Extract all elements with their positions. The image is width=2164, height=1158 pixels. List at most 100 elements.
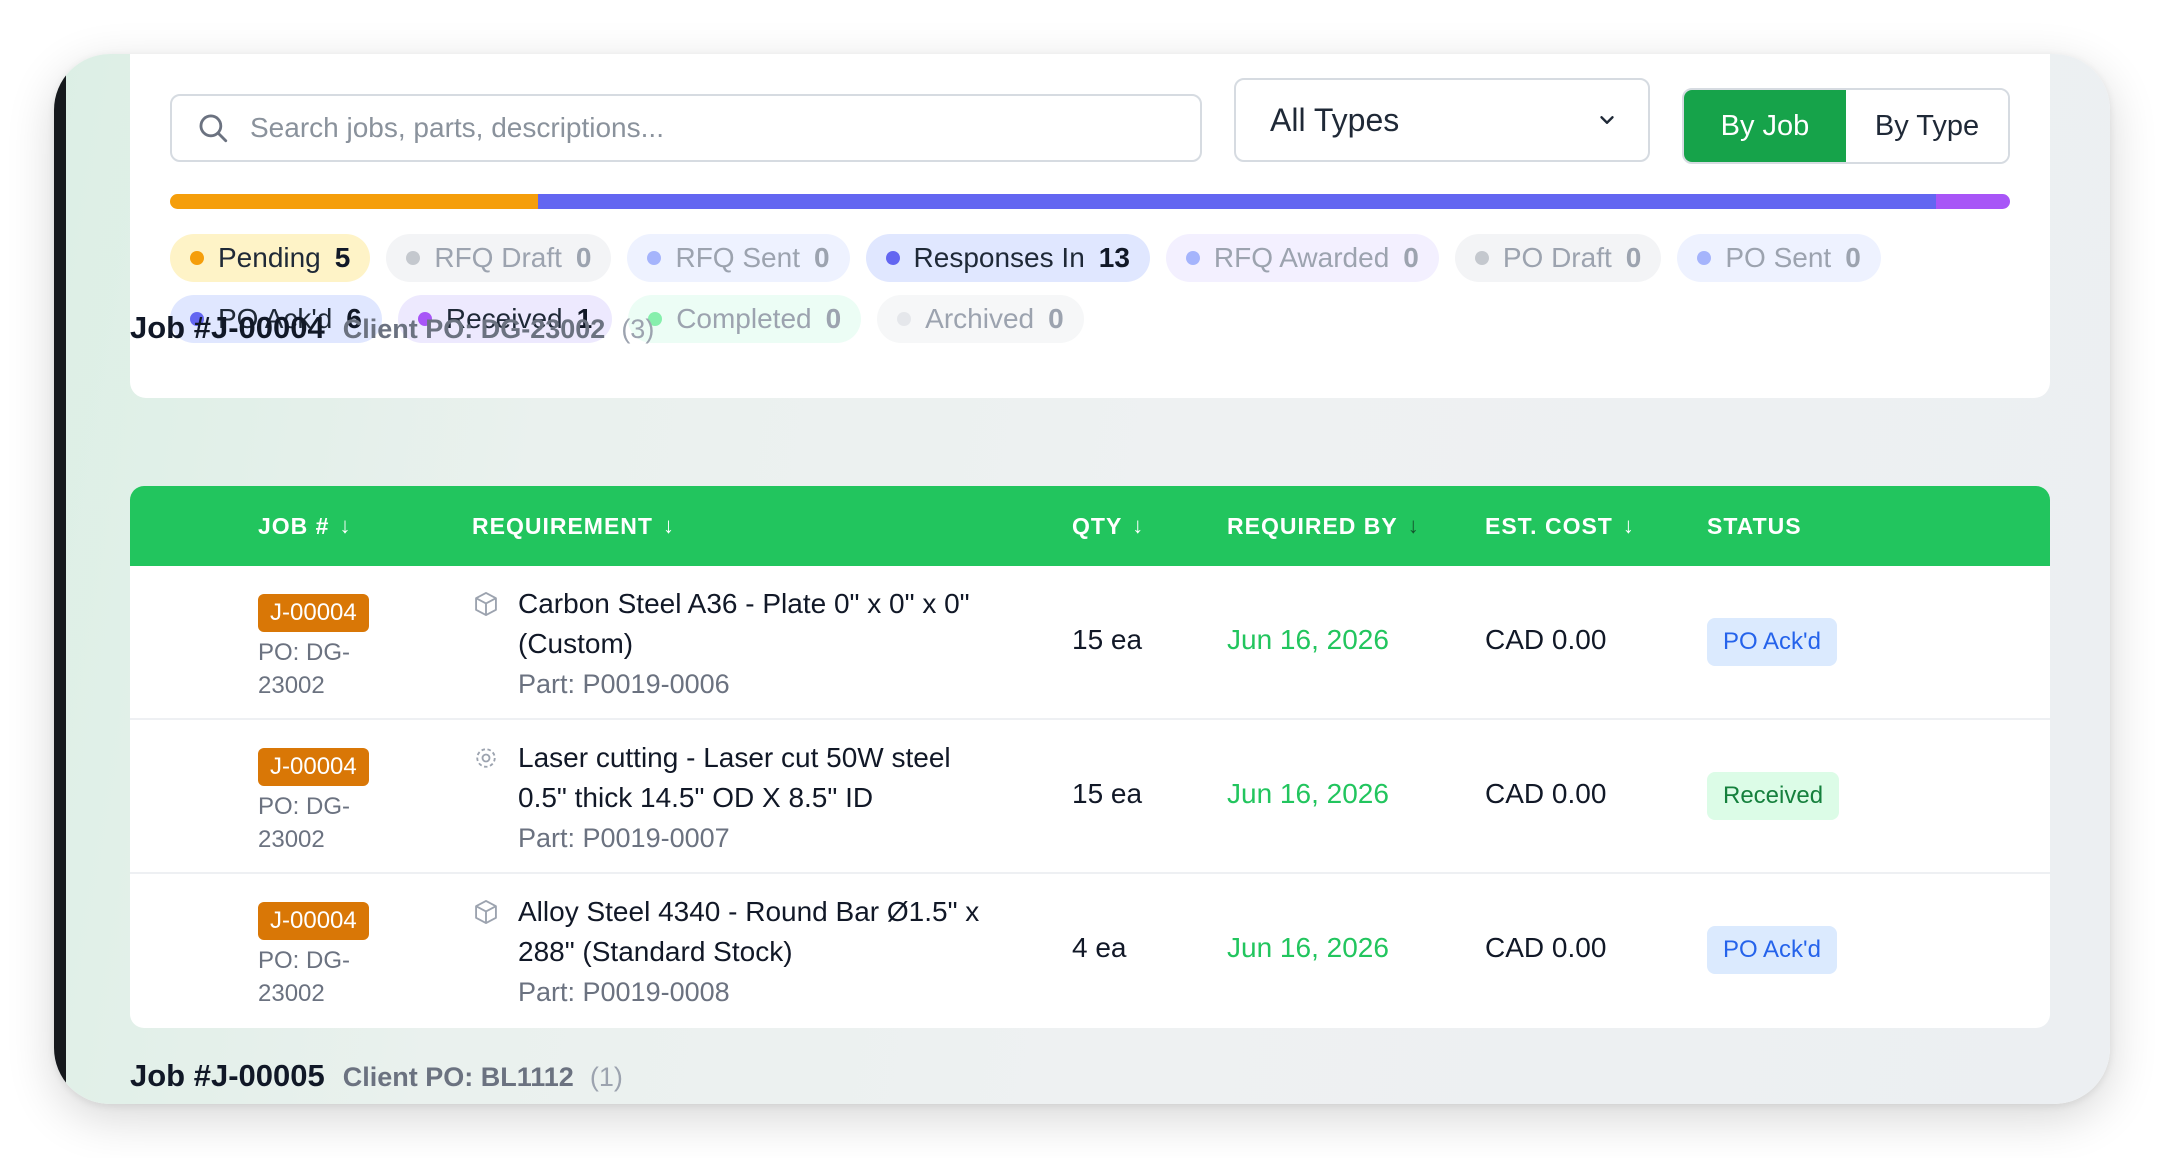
status-chip[interactable]: PO Draft 0 (1454, 234, 1662, 282)
job-group-header: Job #J-00005 Client PO: BL1112 (1) (130, 1058, 623, 1094)
requirement-cell: Laser cutting - Laser cut 50W steel 0.5" … (472, 738, 1072, 858)
column-header-status: STATUS (1707, 512, 1802, 539)
job-cell: J-00004 PO: DG- 23002 (258, 748, 369, 856)
po-reference: PO: DG- 23002 (258, 793, 351, 853)
job-cell: J-00004 PO: DG- 23002 (258, 902, 369, 1010)
by-job-button[interactable]: By Job (1684, 90, 1846, 162)
status-badge: PO Ack'd (1707, 618, 1837, 666)
job-badge[interactable]: J-00004 (258, 748, 369, 786)
type-filter-value: All Types (1270, 101, 1400, 138)
qty-cell: 15 ea (1072, 624, 1143, 655)
status-chip-label: Responses In (913, 242, 1085, 273)
requirement-cell: Alloy Steel 4340 - Round Bar Ø1.5" x 288"… (472, 892, 1072, 1012)
status-chip-label: PO Sent (1725, 242, 1832, 273)
status-chip-count: 0 (825, 303, 842, 334)
requirement-title: Alloy Steel 4340 - Round Bar Ø1.5" x (518, 896, 980, 927)
status-chip[interactable]: Pending 5 (170, 234, 371, 282)
required-by-cell: Jun 16, 2026 (1227, 778, 1389, 809)
job-title: Job #J-00005 (130, 1058, 325, 1093)
status-chip[interactable]: PO Sent 0 (1677, 234, 1881, 282)
status-chip-label: RFQ Sent (675, 242, 800, 273)
client-po: Client PO: DG-23002 (342, 314, 606, 344)
po-reference: PO: DG- 23002 (258, 639, 351, 699)
progress-segment (538, 194, 1937, 209)
table-header: JOB # ↓ REQUIREMENT ↓ QTY ↓ REQUIRED BY ↓ ES… (130, 486, 2050, 566)
qty-cell: 15 ea (1072, 778, 1143, 809)
progress-segment (1936, 194, 2010, 209)
part-number: Part: P0019-0007 (518, 823, 730, 853)
status-cell: PO Ack'd (1707, 618, 1837, 666)
status-chip-label: Completed (676, 303, 812, 334)
sort-arrow-icon: ↓ (1407, 513, 1420, 538)
job-item-count: (1) (589, 1062, 623, 1092)
status-badge: PO Ack'd (1707, 926, 1837, 974)
job-cell: J-00004 PO: DG- 23002 (258, 594, 369, 702)
status-chip-count: 0 (575, 242, 592, 273)
sort-arrow-icon: ↓ (662, 513, 675, 538)
sort-arrow-icon: ↓ (339, 513, 352, 538)
search-icon (199, 114, 228, 143)
sort-arrow-icon: ↓ (1622, 513, 1635, 538)
sidebar-edge (54, 54, 66, 1104)
box-icon (472, 898, 500, 931)
est-cost-cell: CAD 0.00 (1485, 624, 1607, 655)
part-number: Part: P0019-0006 (518, 669, 730, 699)
column-header-requirement[interactable]: REQUIREMENT ↓ (472, 486, 675, 566)
status-dot-icon (647, 251, 662, 265)
status-chip[interactable]: Archived 0 (877, 295, 1084, 343)
column-header-job[interactable]: JOB # ↓ (258, 486, 351, 566)
status-chip-count: 0 (813, 242, 830, 273)
requirement-cell: Carbon Steel A36 - Plate 0" x 0" x 0" (Cu… (472, 584, 1072, 704)
column-header-est-cost[interactable]: EST. COST ↓ (1485, 486, 1635, 566)
status-chip[interactable]: RFQ Draft 0 (386, 234, 612, 282)
requirement-title: Carbon Steel A36 - Plate 0" x 0" x 0" (518, 588, 970, 619)
status-progress-bar (170, 194, 2010, 209)
by-type-button[interactable]: By Type (1846, 90, 2008, 162)
status-dot-icon (406, 251, 421, 265)
search-input[interactable] (250, 112, 1150, 144)
requirement-title-cont: 0.5" thick 14.5" OD X 8.5" ID (518, 782, 874, 813)
status-chip[interactable]: Completed 0 (628, 295, 862, 343)
table-row[interactable]: J-00004 PO: DG- 23002 Carbon Steel A36 - Pl… (130, 566, 2050, 720)
required-by-cell: Jun 16, 2026 (1227, 932, 1389, 963)
requirement-title: Laser cutting - Laser cut 50W steel (518, 742, 951, 773)
column-header-qty[interactable]: QTY ↓ (1072, 486, 1144, 566)
client-po: Client PO: BL1112 (342, 1062, 574, 1092)
status-chip[interactable]: Responses In 13 (865, 234, 1150, 282)
job-group-header: Job #J-00004 Client PO: DG-23002 (3) (130, 310, 654, 346)
status-chip[interactable]: RFQ Awarded 0 (1165, 234, 1439, 282)
filter-panel: All Types By Job By Type Pending 5 RFQ Dra… (130, 54, 2050, 398)
part-number: Part: P0019-0008 (518, 977, 730, 1007)
requirements-table: JOB # ↓ REQUIREMENT ↓ QTY ↓ REQUIRED BY ↓ ES… (130, 486, 2050, 1028)
status-chip-count: 0 (1845, 242, 1861, 273)
requirement-title-cont: 288" (Standard Stock) (518, 936, 793, 967)
status-chip-count: 0 (1403, 242, 1419, 273)
search-box[interactable] (170, 94, 1202, 162)
status-chip-count: 13 (1098, 242, 1130, 273)
status-cell: PO Ack'd (1707, 926, 1837, 974)
gear-icon (472, 744, 500, 777)
chevron-down-icon (1600, 116, 1614, 124)
status-chip-count: 0 (1048, 303, 1064, 334)
required-by-cell: Jun 16, 2026 (1227, 624, 1389, 655)
column-header-required-by[interactable]: REQUIRED BY ↓ (1227, 486, 1420, 566)
status-dot-icon (885, 251, 900, 265)
status-chip-label: RFQ Awarded (1213, 242, 1390, 273)
status-chip-label: Pending (218, 242, 321, 273)
status-chip-count: 5 (334, 242, 351, 273)
progress-segment (170, 194, 538, 209)
box-icon (472, 590, 500, 623)
job-badge[interactable]: J-00004 (258, 902, 369, 940)
status-chip[interactable]: RFQ Sent 0 (627, 234, 850, 282)
table-row[interactable]: J-00004 PO: DG- 23002 Laser cutting - Laser… (130, 720, 2050, 874)
status-badge: Received (1707, 772, 1840, 820)
view-toggle: By Job By Type (1682, 88, 2010, 164)
requirement-title-cont: (Custom) (518, 628, 634, 659)
job-badge[interactable]: J-00004 (258, 594, 369, 632)
job-item-count: (3) (621, 314, 655, 344)
status-dot-icon (1474, 251, 1489, 265)
status-chip-label: RFQ Draft (434, 242, 562, 273)
job-title: Job #J-00004 (130, 310, 325, 345)
table-row[interactable]: J-00004 PO: DG- 23002 Alloy Steel 4340 - Ro… (130, 874, 2050, 1028)
type-filter-select[interactable]: All Types (1234, 78, 1650, 162)
